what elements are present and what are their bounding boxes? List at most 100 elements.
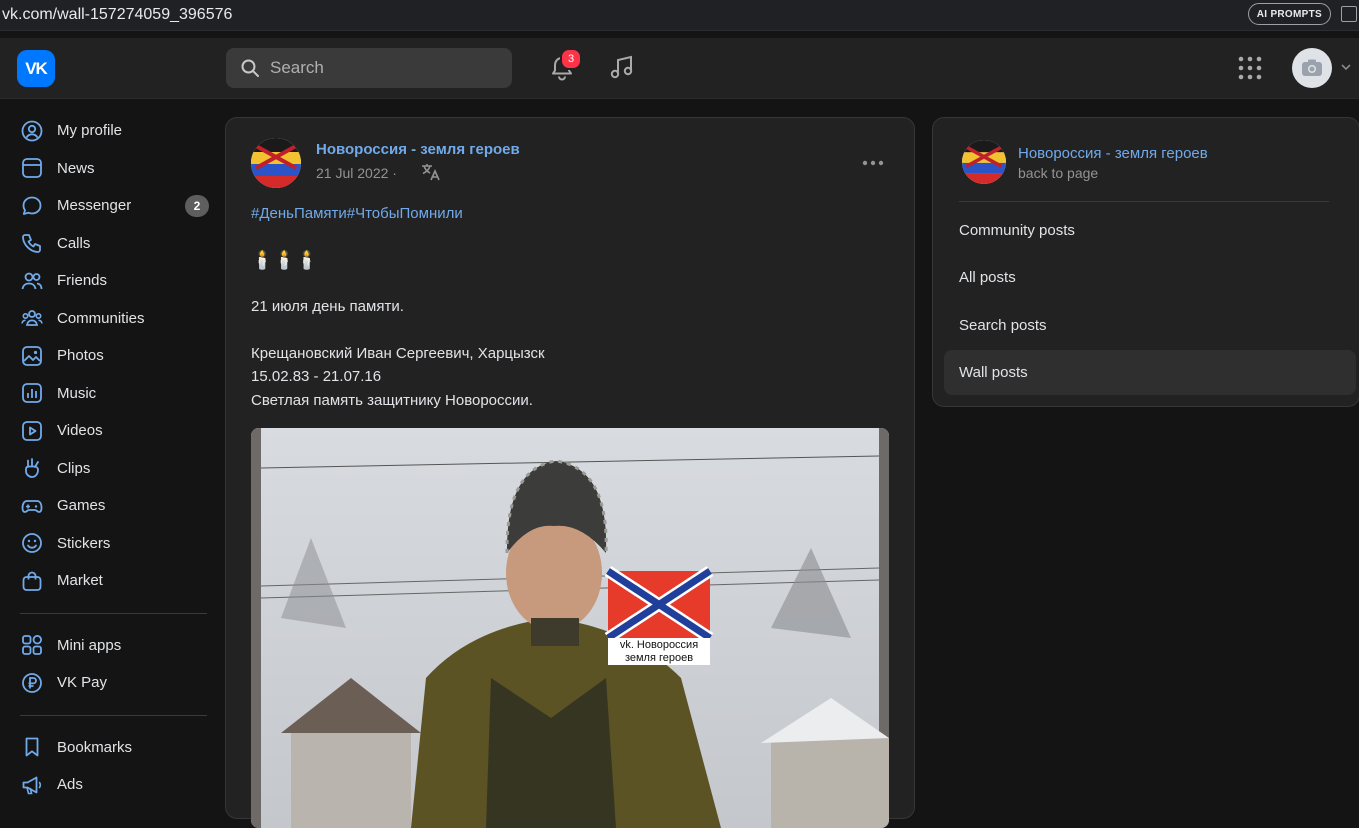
right-panel: Новороссия - земля героев back to page C…	[932, 117, 1359, 407]
menu-search-posts[interactable]: Search posts	[944, 303, 1356, 348]
sidebar-item-label: Ads	[57, 776, 83, 794]
sidebar-item-stickers[interactable]: Stickers	[0, 525, 225, 563]
sidebar-item-calls[interactable]: Calls	[0, 225, 225, 263]
left-sidebar: My profile News Messenger 2 Calls Friend…	[0, 112, 225, 804]
wall-post: Новороссия - земля героев 21 Jul 2022 · …	[225, 117, 915, 828]
music-player-icon[interactable]	[608, 54, 636, 82]
sidebar-item-label: Messenger	[57, 197, 132, 215]
games-icon	[21, 499, 43, 513]
community-avatar-small[interactable]	[962, 140, 1006, 184]
panel-divider	[959, 201, 1329, 202]
sidebar-item-news[interactable]: News	[0, 150, 225, 188]
sidebar-item-games[interactable]: Games	[0, 487, 225, 525]
community-avatar[interactable]	[251, 138, 301, 188]
sidebar-item-my-profile[interactable]: My profile	[0, 112, 225, 150]
community-flag-icon	[962, 140, 1006, 184]
market-icon	[22, 571, 42, 591]
stickers-icon	[22, 533, 42, 554]
community-flag-icon	[251, 138, 301, 188]
post-text: #ДеньПамяти#ЧтобыПомнили 🕯️🕯️🕯️ 21 июля …	[251, 202, 891, 412]
communities-icon	[21, 310, 43, 327]
post-photo[interactable]: vk. Новороссия земля героев	[251, 428, 889, 828]
post-line: Крещановский Иван Сергеевич, Харцызск	[251, 344, 545, 362]
sidebar-item-label: Friends	[57, 272, 108, 290]
chevron-down-icon[interactable]	[1341, 64, 1351, 71]
more-options-icon[interactable]	[862, 160, 884, 166]
post-hashtags[interactable]: #ДеньПамяти#ЧтобыПомнили	[251, 202, 891, 226]
sidebar-item-label: News	[57, 159, 95, 177]
sidebar-divider	[20, 714, 207, 716]
sidebar-item-photos[interactable]: Photos	[0, 337, 225, 375]
phone-icon	[22, 234, 41, 254]
back-to-page-link[interactable]: back to page	[1018, 165, 1098, 181]
post-date[interactable]: 21 Jul 2022 ·	[316, 165, 397, 181]
messenger-badge: 2	[185, 195, 209, 217]
sidebar-item-label: Games	[57, 497, 106, 515]
sidebar-item-communities[interactable]: Communities	[0, 300, 225, 338]
sidebar-item-label: Stickers	[57, 534, 111, 552]
photos-icon	[22, 345, 42, 366]
menu-community-posts[interactable]: Community posts	[944, 208, 1356, 253]
translate-icon[interactable]	[420, 162, 442, 182]
profile-icon	[21, 120, 43, 142]
sidebar-item-label: Calls	[57, 234, 91, 252]
bookmark-icon	[25, 737, 39, 757]
ads-icon	[22, 776, 42, 795]
ai-prompts-button[interactable]: AI PROMPTS	[1247, 3, 1331, 25]
friends-icon	[21, 272, 43, 289]
sidebar-item-vk-pay[interactable]: VK Pay	[0, 664, 225, 702]
sidebar-item-label: Music	[57, 384, 97, 402]
sidebar-item-friends[interactable]: Friends	[0, 262, 225, 300]
clips-icon	[25, 458, 39, 479]
menu-wall-posts[interactable]: Wall posts	[944, 350, 1356, 395]
soldier-photo-icon: vk. Новороссия земля героев	[251, 428, 889, 828]
news-icon	[22, 158, 42, 179]
candles-emoji: 🕯️🕯️🕯️	[251, 249, 319, 270]
sidebar-item-label: VK Pay	[57, 674, 108, 692]
photo-caption-2: земля героев	[625, 652, 693, 664]
post-author-link[interactable]: Новороссия - земля героев	[316, 141, 520, 158]
sidebar-item-bookmarks[interactable]: Bookmarks	[0, 729, 225, 767]
sidebar-item-ads[interactable]: Ads	[0, 766, 225, 804]
sidebar-item-label: Communities	[57, 309, 145, 327]
videos-icon	[22, 420, 42, 441]
apps-grid-icon[interactable]	[1238, 56, 1262, 80]
url-text[interactable]: vk.com/wall-157274059_396576	[2, 6, 232, 24]
browser-url-bar: vk.com/wall-157274059_396576 AI PROMPTS	[0, 0, 1359, 31]
sidebar-item-label: Bookmarks	[57, 738, 133, 756]
vk-logo[interactable]: VK	[17, 50, 55, 87]
photo-caption-1: vk. Новороссия	[620, 639, 698, 651]
top-header: VK 3	[0, 38, 1359, 99]
post-line: 15.02.83 - 21.07.16	[251, 368, 382, 385]
mini-apps-icon	[22, 635, 42, 656]
sidebar-item-label: My profile	[57, 122, 123, 140]
messenger-icon	[22, 196, 42, 215]
sidebar-item-market[interactable]: Market	[0, 562, 225, 600]
sidebar-item-label: Videos	[57, 422, 103, 440]
music-icon	[22, 383, 42, 404]
camera-icon	[1302, 59, 1322, 76]
search-box[interactable]	[226, 48, 512, 88]
search-input[interactable]	[268, 57, 492, 79]
sidebar-item-label: Mini apps	[57, 636, 122, 654]
menu-all-posts[interactable]: All posts	[944, 255, 1356, 300]
post-line: Светлая память защитнику Новороссии.	[251, 391, 533, 409]
sidebar-item-clips[interactable]: Clips	[0, 450, 225, 488]
sidebar-item-mini-apps[interactable]: Mini apps	[0, 627, 225, 665]
sidebar-item-label: Market	[57, 572, 103, 590]
post-date-text: 21 Jul 2022	[316, 165, 389, 181]
extension-icon[interactable]	[1341, 6, 1357, 22]
sidebar-item-label: Photos	[57, 347, 104, 365]
user-avatar[interactable]	[1292, 48, 1332, 88]
post-line: 21 июля день памяти.	[251, 298, 404, 315]
date-separator: ·	[392, 165, 397, 181]
sidebar-item-music[interactable]: Music	[0, 375, 225, 413]
sidebar-divider	[20, 612, 207, 614]
search-icon	[241, 59, 259, 77]
sidebar-item-videos[interactable]: Videos	[0, 412, 225, 450]
vk-pay-icon	[22, 672, 42, 693]
community-name-link[interactable]: Новороссия - земля героев	[1018, 145, 1208, 162]
sidebar-item-messenger[interactable]: Messenger 2	[0, 187, 225, 225]
notifications-badge: 3	[560, 48, 582, 70]
sidebar-item-label: Clips	[57, 459, 91, 477]
